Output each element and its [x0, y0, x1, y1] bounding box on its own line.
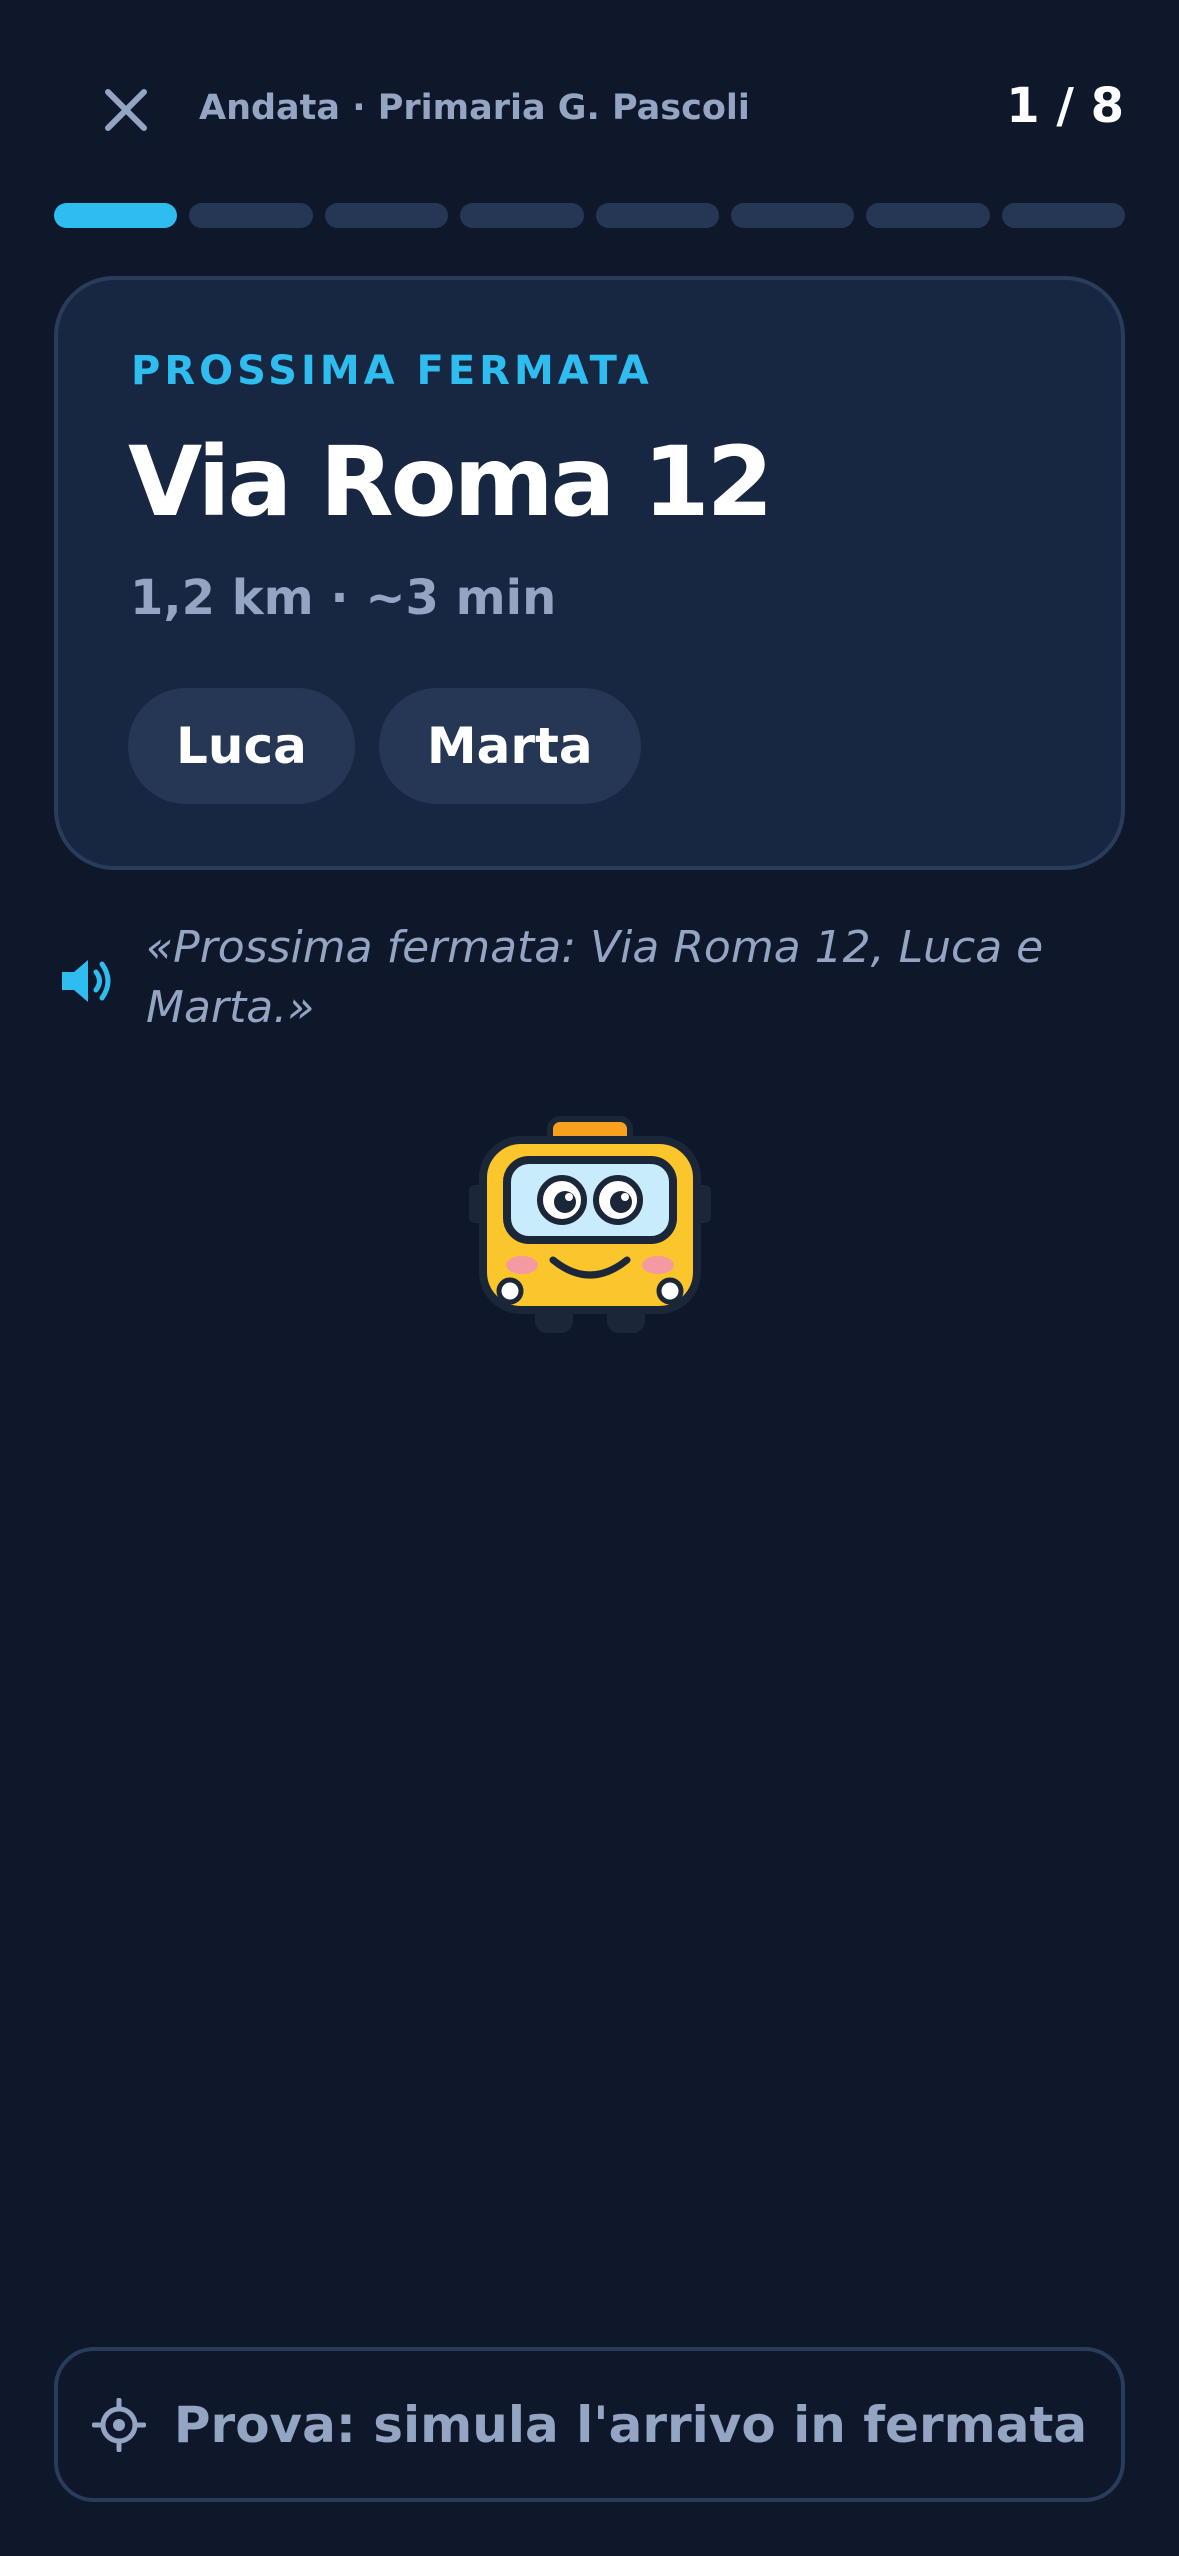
simulate-arrival-label: Prova: simula l'arrivo in fermata: [173, 2395, 1088, 2454]
progress-bar: [54, 203, 1125, 228]
children-list: Luca Marta: [128, 688, 641, 804]
progress-segment: [460, 203, 584, 228]
announcement-text: «Prossima fermata: Via Roma 12, Luca e M…: [146, 922, 1044, 1033]
speaker-icon[interactable]: [58, 952, 116, 1010]
stop-distance-eta: 1,2 km · ~3 min: [130, 570, 557, 626]
stop-name: Via Roma 12: [128, 426, 773, 538]
child-chip[interactable]: Luca: [128, 688, 355, 804]
progress-segment: [730, 203, 855, 228]
simulate-arrival-button[interactable]: Prova: simula l'arrivo in fermata: [54, 2347, 1125, 2502]
bus-mascot-icon: [465, 1115, 715, 1345]
child-chip[interactable]: Marta: [378, 688, 641, 804]
route-title: Andata · Primaria G. Pascoli: [199, 88, 750, 128]
progress-segment: [324, 203, 449, 228]
close-button[interactable]: [98, 82, 154, 138]
progress-segment: [1001, 203, 1125, 228]
next-stop-label: PROSSIMA FERMATA: [131, 348, 653, 394]
location-target-icon: [91, 2397, 146, 2452]
progress-segment: [595, 203, 719, 228]
close-icon: [105, 89, 147, 131]
progress-segment-active: [54, 203, 178, 228]
step-counter: 1 / 8: [1006, 78, 1124, 134]
progress-segment: [866, 203, 990, 228]
progress-segment: [189, 203, 313, 228]
next-stop-card: PROSSIMA FERMATA Via Roma 12 1,2 km · ~3…: [54, 276, 1125, 870]
